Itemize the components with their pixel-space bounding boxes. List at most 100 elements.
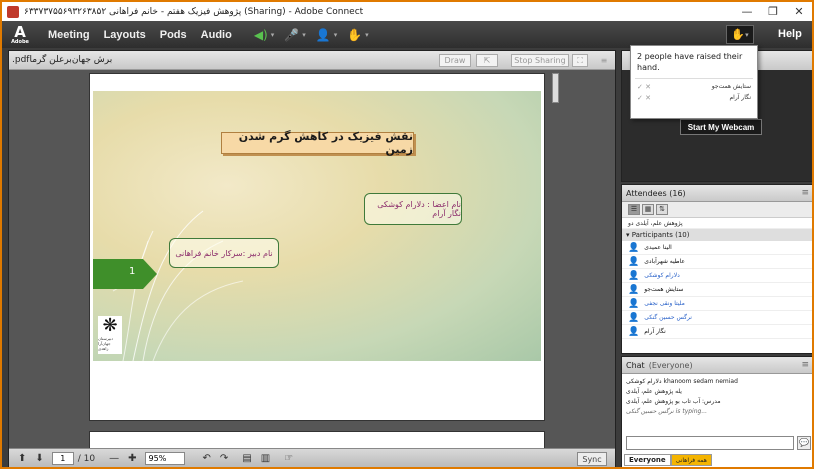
draw-button[interactable]: Draw [439, 54, 471, 67]
maximize-button[interactable]: ❐ [760, 5, 786, 18]
stop-sharing-button[interactable]: Stop Sharing [511, 54, 569, 67]
speaker-button[interactable]: ◀) ▾ [254, 26, 274, 44]
participant-icon: 👤 [628, 284, 640, 295]
participants-list: 👤 الینا عمیدی 👤 عاطیه شهرآبادی 👤 دلارام کوشکی… [622, 241, 812, 339]
user-icon: 👤 [315, 27, 331, 42]
app-window: ۶۳۳۷۳۷۵۵۶۹۳۲۶۳۸۵۲ پژوهش فیزیک هفتم - خان… [0, 0, 814, 469]
microphone-button[interactable]: 🎤 ▾ [284, 26, 305, 44]
slide-number: 1 [129, 266, 136, 277]
raised-hands-popup: 2 people have raised their hand. ستایش ه… [630, 45, 758, 119]
participant-icon: 👤 [628, 298, 640, 309]
minimize-button[interactable]: — [734, 5, 760, 18]
participant-row[interactable]: 👤 ستایش همت‌جو [622, 283, 812, 297]
zoom-select[interactable]: 95% [144, 452, 185, 465]
participant-row[interactable]: 👤 عاطیه شهرآبادی [622, 255, 812, 269]
participant-row[interactable]: 👤 الینا عمیدی [622, 241, 812, 255]
rotate-right-icon[interactable]: ↷ [220, 453, 228, 464]
pod-menu-icon[interactable]: ≡ [597, 54, 611, 67]
chat-title: Chat [626, 360, 645, 370]
chevron-down-icon: ▾ [745, 30, 749, 39]
fit-width-icon[interactable]: ▤ [242, 453, 251, 464]
attendees-header: Attendees (16) ≡ [622, 185, 812, 202]
start-webcam-button[interactable]: Start My Webcam [680, 119, 762, 135]
menu-pods[interactable]: Pods [160, 29, 187, 41]
pointer-button[interactable]: ⇱ [476, 54, 498, 67]
microphone-icon: 🎤 [284, 27, 300, 42]
chat-input[interactable] [626, 436, 794, 450]
document-area: نقش فیزیک در کاهش گرم شدن زمین نام اعضا … [9, 70, 615, 448]
tab-private-chat[interactable]: همه فراهانی [670, 454, 712, 466]
pod-menu-icon[interactable]: ≡ [801, 360, 809, 370]
typing-indicator: نرگس حسین گنکی is typing... [626, 408, 708, 415]
pod-menu-icon[interactable]: ≡ [801, 188, 809, 198]
chevron-down-icon: ▾ [302, 30, 306, 39]
rotate-left-icon[interactable]: ↶ [203, 453, 211, 464]
school-logo: ❋ دبیرستان جهان‌آرا زاهدی [98, 316, 122, 354]
participant-row[interactable]: 👤 نگار آرام [622, 325, 812, 339]
zoom-out-icon[interactable]: — [109, 453, 119, 464]
chevron-down-icon: ▾ [333, 30, 338, 39]
next-page-icon[interactable]: ⬇ [35, 453, 43, 464]
menu-layouts[interactable]: Layouts [104, 29, 146, 41]
participant-name: نگار آرام [644, 328, 666, 335]
title-bar: ۶۳۳۷۳۷۵۵۶۹۳۲۶۳۸۵۲ پژوهش فیزیک هفتم - خان… [2, 2, 812, 21]
status-icon: ✋ [347, 27, 363, 42]
document-filename: .pdfبرش جهان‌برعلن گرما [12, 55, 113, 65]
adobe-logo-mark: A [14, 22, 26, 41]
camera-button[interactable]: 👤 ▾ [316, 26, 337, 44]
slide-title: نقش فیزیک در کاهش گرم شدن زمین [221, 130, 414, 156]
hand-tool-icon[interactable]: ☞ [284, 453, 293, 464]
grid-view-icon[interactable]: ▦ [642, 204, 654, 215]
menu-bar: A Adobe Meeting Layouts Pods Audio ◀) ▾ … [2, 21, 812, 48]
list-view-icon[interactable]: ☰ [628, 204, 640, 215]
menu-help[interactable]: Help [778, 28, 802, 40]
members-box: نام اعضا : دلارام کوشکی نگار آرام [364, 193, 462, 225]
participant-row[interactable]: 👤 نرگس حسین گنکی [622, 311, 812, 325]
fit-page-icon[interactable]: ▥ [261, 453, 270, 464]
menu-meeting[interactable]: Meeting [48, 29, 90, 41]
speaker-icon: ◀) [253, 27, 268, 42]
raise-hand-button[interactable]: ✋ ▾ [726, 25, 754, 44]
send-message-icon[interactable]: 💬 [797, 436, 811, 450]
participant-row[interactable]: 👤 ملیتا ونقی نجفی [622, 297, 812, 311]
attendees-pod: Attendees (16) ≡ ☰ ▦ ⇅ پژوهش علم، آیلدی … [621, 184, 812, 354]
zoom-in-icon[interactable]: ✚ [128, 453, 136, 464]
participant-name: عاطیه شهرآبادی [644, 258, 685, 265]
teacher-box: نام دبیر :سرکار خانم فراهانی [169, 238, 279, 268]
share-pod-header: .pdfبرش جهان‌برعلن گرما Draw ⇱ Stop Shar… [9, 51, 615, 70]
sort-icon[interactable]: ⇅ [656, 204, 668, 215]
fullscreen-button[interactable]: ⛶ [572, 54, 588, 67]
participant-name: ستایش همت‌جو [644, 286, 684, 293]
chat-header: Chat (Everyone) ≡ [622, 357, 812, 374]
participant-row[interactable]: 👤 دلارام کوشکی [622, 269, 812, 283]
raised-hand-actions[interactable]: ✓ ✕ [637, 94, 651, 102]
page-number-input[interactable]: 1 [51, 452, 74, 465]
app-icon [7, 5, 19, 18]
participant-icon: 👤 [628, 270, 640, 281]
participant-icon: 👤 [628, 326, 640, 337]
pdf-page: نقش فیزیک در کاهش گرم شدن زمین نام اعضا … [89, 73, 545, 421]
share-pod: .pdfبرش جهان‌برعلن گرما Draw ⇱ Stop Shar… [8, 50, 616, 467]
sync-button[interactable]: Sync [577, 452, 607, 466]
menu-audio[interactable]: Audio [201, 29, 232, 41]
close-button[interactable]: ✕ [786, 5, 812, 18]
vertical-scrollbar[interactable] [552, 73, 559, 103]
divider [635, 78, 753, 79]
participants-header[interactable]: ▾ Participants (10) [622, 229, 812, 241]
tab-everyone[interactable]: Everyone [624, 454, 671, 466]
raised-hand-actions[interactable]: ✓ ✕ [637, 83, 651, 91]
attendees-title: Attendees (16) [626, 188, 686, 198]
host-row[interactable]: پژوهش علم، آیلدی دو [622, 218, 812, 229]
participant-name: نرگس حسین گنکی [644, 314, 692, 321]
adobe-logo-word: Adobe [11, 38, 29, 45]
status-button[interactable]: ✋ ▾ [347, 26, 368, 44]
previous-page-icon[interactable]: ⬆ [18, 453, 26, 464]
participant-name: دلارام کوشکی [644, 272, 680, 279]
chat-messages: دلارام کوشکی khanoom sedam nemiad یله پژ… [622, 374, 812, 419]
chat-tabs: Everyone همه فراهانی [624, 454, 712, 466]
participant-icon: 👤 [628, 242, 640, 253]
slide: نقش فیزیک در کاهش گرم شدن زمین نام اعضا … [93, 91, 541, 361]
chat-pod: Chat (Everyone) ≡ دلارام کوشکی khanoom s… [621, 356, 812, 467]
pdf-page-next [89, 431, 545, 448]
window-title: ۶۳۳۷۳۷۵۵۶۹۳۲۶۳۸۵۲ پژوهش فیزیک هفتم - خان… [24, 6, 364, 17]
